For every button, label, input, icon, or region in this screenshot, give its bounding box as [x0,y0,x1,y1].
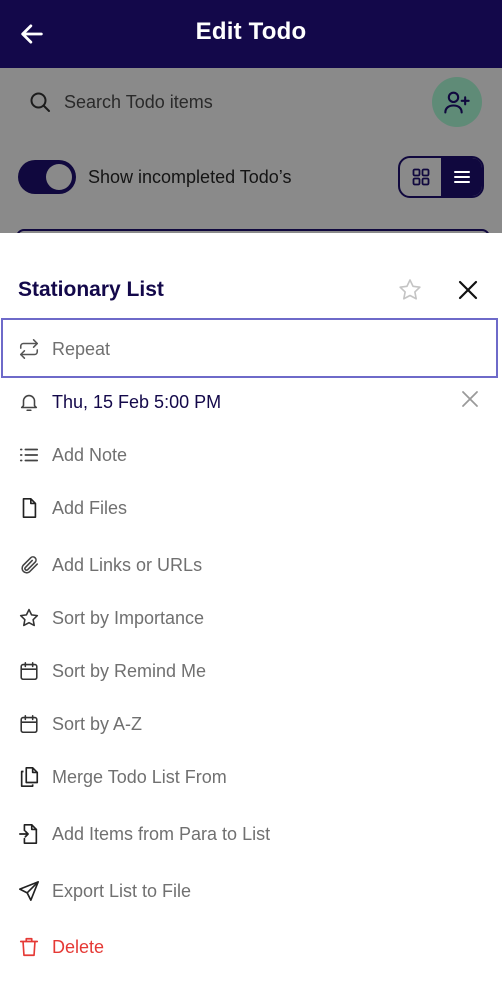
search-input[interactable]: Search Todo items [64,92,213,113]
list-icon [16,442,42,468]
grid-icon [412,168,429,186]
add-note-label: Add Note [52,444,128,465]
merge-list-option[interactable]: Merge Todo List From [16,760,227,794]
calendar-icon [16,711,42,737]
sort-remind-option[interactable]: Sort by Remind Me [16,654,206,688]
copy-icon [16,764,42,790]
repeat-option[interactable]: Repeat [16,332,110,366]
close-icon[interactable] [457,279,479,301]
star-outline-icon [16,605,42,631]
toggle-label: Show incompleted Todo’s [88,166,292,187]
add-note-option[interactable]: Add Note [16,438,127,472]
export-list-label: Export List to File [52,880,192,901]
sort-importance-option[interactable]: Sort by Importance [16,601,204,635]
app-bar: Edit Todo [0,0,502,68]
delete-label: Delete [52,936,105,957]
clear-reminder-icon[interactable] [460,389,480,409]
trash-icon [16,934,42,960]
user-plus-icon [444,91,470,114]
reminder-option[interactable]: Thu, 15 Feb 5:00 PM [16,385,221,419]
add-files-label: Add Files [52,497,128,518]
paperclip-icon [16,552,42,578]
sort-importance-label: Sort by Importance [52,607,205,628]
sort-remind-label: Sort by Remind Me [52,660,207,681]
merge-list-label: Merge Todo List From [52,766,227,787]
add-user-button[interactable] [432,77,482,127]
repeat-icon [16,336,42,362]
show-incompleted-toggle-row: Show incompleted Todo’s [18,160,291,194]
star-icon[interactable] [397,277,423,303]
add-files-option[interactable]: Add Files [16,491,127,525]
calendar-icon [16,658,42,684]
list-view-button[interactable] [441,158,482,196]
menu-icon [453,171,470,183]
view-switcher [398,156,484,198]
add-from-para-option[interactable]: Add Items from Para to List [16,817,270,851]
sort-az-option[interactable]: Sort by A-Z [16,707,142,741]
page-title: Edit Todo [195,18,307,45]
sheet-title: Stationary List [18,278,164,301]
export-list-option[interactable]: Export List to File [16,874,191,908]
add-links-option[interactable]: Add Links or URLs [16,548,202,582]
show-incompleted-toggle[interactable] [18,160,76,194]
search-icon [30,92,50,112]
add-links-label: Add Links or URLs [52,554,203,575]
delete-option[interactable]: Delete [16,930,104,964]
bell-icon [16,389,42,415]
file-icon [16,495,42,521]
file-import-icon [16,821,42,847]
grid-view-button[interactable] [400,158,441,196]
send-icon [16,878,42,904]
search-bar[interactable]: Search Todo items [28,88,213,116]
repeat-label: Repeat [52,338,111,359]
reminder-datetime: Thu, 15 Feb 5:00 PM [52,391,222,412]
sort-az-label: Sort by A-Z [52,713,143,734]
add-from-para-label: Add Items from Para to List [52,823,271,844]
